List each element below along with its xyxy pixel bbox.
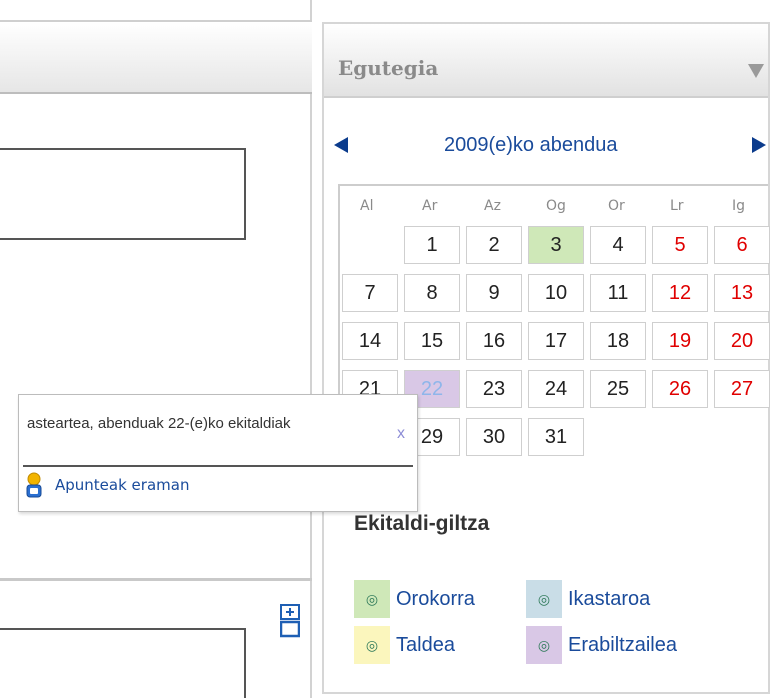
calendar-day-cell[interactable]: 19: [652, 322, 708, 360]
event-key-label: Taldea: [396, 633, 455, 656]
event-key-item-ikastaroa[interactable]: ◎ Ikastaroa: [526, 580, 650, 618]
expand-icon[interactable]: [280, 604, 300, 638]
calendar-day-cell[interactable]: 20: [714, 322, 770, 360]
calendar-day-cell[interactable]: 7: [342, 274, 398, 312]
eye-icon: ◎: [354, 580, 390, 618]
calendar-day-cell[interactable]: 24: [528, 370, 584, 408]
weekday-header: Al: [360, 198, 374, 214]
calendar-day-cell[interactable]: 15: [404, 322, 460, 360]
calendar-block-title: Egutegia: [338, 56, 439, 80]
month-title-link[interactable]: 2009(e)ko abendua: [444, 134, 617, 157]
calendar-day-cell[interactable]: 26: [652, 370, 708, 408]
main-column: [0, 0, 312, 698]
content-box-bottom: [0, 628, 246, 698]
weekday-header: Og: [546, 198, 566, 214]
event-key-label: Orokorra: [396, 587, 475, 610]
calendar-day-cell[interactable]: 13: [714, 274, 770, 312]
calendar-day-cell[interactable]: 25: [590, 370, 646, 408]
section-divider: [0, 578, 312, 581]
weekday-header: Ig: [732, 198, 746, 214]
event-key-label: Erabiltzailea: [568, 633, 677, 656]
event-key-title: Ekitaldi-giltza: [354, 512, 490, 535]
main-header-bar: [0, 20, 312, 94]
prev-month-arrow-icon[interactable]: [334, 137, 348, 153]
calendar-day-cell[interactable]: 11: [590, 274, 646, 312]
eye-icon: ◎: [354, 626, 390, 664]
eye-icon: ◎: [526, 580, 562, 618]
collapse-arrow-icon[interactable]: [748, 64, 764, 78]
event-key-item-orokorra[interactable]: ◎ Orokorra: [354, 580, 475, 618]
calendar-block-header: Egutegia: [324, 24, 768, 98]
weekday-header: Ar: [422, 198, 438, 214]
popup-divider: [23, 465, 413, 467]
event-key-item-erabiltzailea[interactable]: ◎ Erabiltzailea: [526, 626, 677, 664]
calendar-day-cell[interactable]: 23: [466, 370, 522, 408]
eye-icon: ◎: [526, 626, 562, 664]
calendar-day-cell[interactable]: 27: [714, 370, 770, 408]
calendar-day-cell[interactable]: 18: [590, 322, 646, 360]
event-key-label: Ikastaroa: [568, 587, 651, 610]
calendar-day-cell[interactable]: 10: [528, 274, 584, 312]
day-events-popup: asteartea, abenduak 22-(e)ko ekitaldiak …: [18, 394, 418, 512]
calendar-block: Egutegia 2009(e)ko abendua Al Ar Az Og Or Lr I…: [322, 22, 770, 694]
weekday-header: Az: [484, 198, 501, 214]
weekday-header: Lr: [670, 198, 684, 214]
calendar-day-cell[interactable]: 16: [466, 322, 522, 360]
calendar-day-cell[interactable]: 1: [404, 226, 460, 264]
calendar-day-cell[interactable]: 6: [714, 226, 770, 264]
popup-title: asteartea, abenduak 22-(e)ko ekitaldiak: [27, 415, 291, 432]
calendar-day-cell[interactable]: 30: [466, 418, 522, 456]
calendar-day-cell[interactable]: 9: [466, 274, 522, 312]
calendar-day-cell[interactable]: 3: [528, 226, 584, 264]
calendar-day-cell[interactable]: 31: [528, 418, 584, 456]
content-box-top: [0, 148, 246, 240]
calendar-day-cell[interactable]: 2: [466, 226, 522, 264]
event-key-item-taldea[interactable]: ◎ Taldea: [354, 626, 455, 664]
calendar-day-cell[interactable]: 4: [590, 226, 646, 264]
user-event-icon: [26, 472, 42, 498]
calendar-day-cell[interactable]: 5: [652, 226, 708, 264]
calendar-day-cell[interactable]: 17: [528, 322, 584, 360]
weekday-header: Or: [608, 198, 625, 214]
calendar-day-cell[interactable]: 8: [404, 274, 460, 312]
close-icon[interactable]: x: [397, 425, 405, 443]
calendar-day-cell[interactable]: 14: [342, 322, 398, 360]
event-link[interactable]: Apunteak eraman: [55, 476, 189, 494]
next-month-arrow-icon[interactable]: [752, 137, 766, 153]
calendar-day-cell[interactable]: 12: [652, 274, 708, 312]
